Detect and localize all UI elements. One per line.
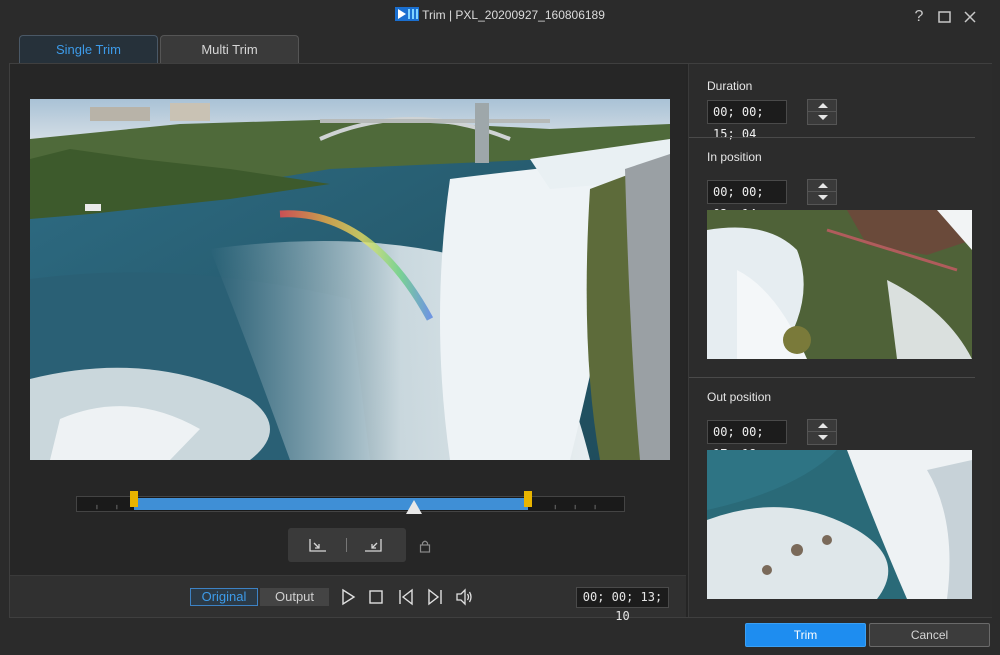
in-position-field[interactable]: 00; 00; 02; 14	[707, 180, 787, 221]
current-timecode: 00; 00; 13; 10	[576, 587, 669, 623]
app-logo-icon	[395, 7, 420, 21]
window-title: Trim | PXL_20200927_160806189	[422, 8, 605, 22]
out-position-thumbnail	[707, 450, 972, 599]
in-marker[interactable]	[129, 491, 138, 507]
trim-settings-panel: Duration 00; 00; 15; 04 In position 00; …	[688, 64, 992, 617]
duration-decrease-button[interactable]	[808, 112, 836, 124]
in-position-spinner	[807, 179, 837, 205]
duration-spinner	[807, 99, 837, 125]
trim-timeline[interactable]	[76, 491, 625, 514]
out-position-decrease-button[interactable]	[808, 432, 836, 444]
window-title-area: Trim | PXL_20200927_160806189	[0, 7, 1000, 22]
preview-pane: Original Output 00; 00; 13; 10	[10, 64, 686, 623]
section-divider-2	[689, 377, 975, 378]
in-position-thumbnail	[707, 210, 972, 359]
maximize-icon[interactable]	[936, 8, 954, 26]
close-icon[interactable]	[961, 8, 979, 26]
mark-out-button[interactable]	[362, 535, 384, 555]
video-preview	[30, 99, 670, 460]
duration-label: Duration	[707, 79, 753, 93]
tab-multi-trim[interactable]: Multi Trim	[160, 35, 299, 63]
stop-icon[interactable]	[367, 588, 385, 606]
help-icon: ?	[914, 8, 924, 25]
output-mode-button[interactable]: Output	[260, 588, 329, 606]
title-bar: Trim | PXL_20200927_160806189 ?	[0, 0, 1000, 34]
volume-icon[interactable]	[455, 588, 473, 606]
in-position-decrease-button[interactable]	[808, 192, 836, 204]
trim-button[interactable]: Trim	[745, 623, 866, 647]
out-marker[interactable]	[524, 491, 533, 507]
out-position-spinner	[807, 419, 837, 445]
previous-frame-icon[interactable]	[397, 588, 415, 606]
mark-separator	[346, 538, 347, 552]
section-divider	[689, 137, 975, 138]
lock-icon[interactable]	[419, 539, 431, 553]
cancel-button[interactable]: Cancel	[869, 623, 990, 647]
out-position-increase-button[interactable]	[808, 420, 836, 432]
mark-in-button[interactable]	[307, 535, 329, 555]
help-button[interactable]: ?	[910, 8, 928, 26]
out-position-field[interactable]: 00; 00; 17; 18	[707, 420, 787, 461]
in-position-label: In position	[707, 150, 762, 164]
out-position-label: Out position	[707, 390, 772, 404]
duration-increase-button[interactable]	[808, 100, 836, 112]
next-frame-icon[interactable]	[426, 588, 444, 606]
play-icon[interactable]	[339, 588, 357, 606]
original-mode-button[interactable]: Original	[190, 588, 258, 606]
playback-bar: Original Output 00; 00; 13; 10	[10, 575, 686, 623]
trim-workarea: Original Output 00; 00; 13; 10 Duration …	[9, 63, 992, 623]
timeline-selection	[133, 498, 529, 510]
duration-field[interactable]: 00; 00; 15; 04	[707, 100, 787, 141]
mark-controls	[288, 528, 406, 562]
in-position-increase-button[interactable]	[808, 180, 836, 192]
tab-single-trim[interactable]: Single Trim	[19, 35, 158, 63]
playhead[interactable]	[406, 500, 423, 514]
